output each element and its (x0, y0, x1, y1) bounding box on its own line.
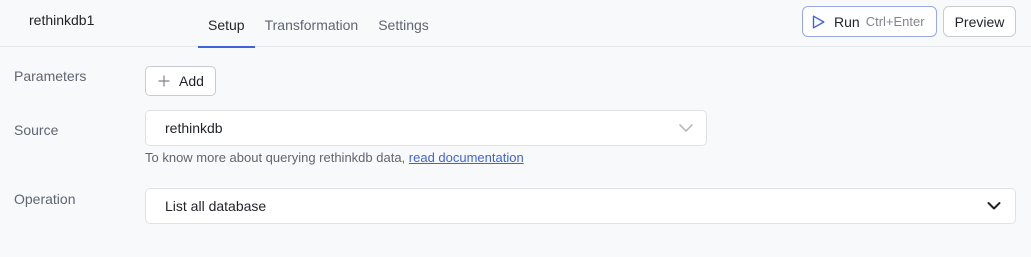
operation-label: Operation (14, 191, 76, 207)
run-shortcut-hint: Ctrl+Enter (865, 14, 925, 29)
operation-select-value: List all database (165, 198, 267, 214)
read-documentation-link[interactable]: read documentation (409, 150, 524, 165)
chevron-down-icon (679, 124, 693, 132)
query-name[interactable]: rethinkdb1 (29, 12, 94, 28)
tab-setup[interactable]: Setup (198, 0, 255, 48)
run-button[interactable]: Run Ctrl+Enter (802, 6, 937, 37)
plus-icon (158, 75, 170, 87)
source-label: Source (14, 122, 59, 138)
source-select-value: rethinkdb (165, 120, 223, 136)
source-select[interactable]: rethinkdb (145, 110, 707, 146)
chevron-down-icon (987, 202, 1001, 210)
tab-transformation[interactable]: Transformation (255, 0, 369, 47)
query-tabs: Setup Transformation Settings (198, 0, 439, 48)
parameters-label: Parameters (14, 68, 87, 84)
source-hint-text: To know more about querying rethinkdb da… (145, 150, 409, 165)
run-button-label: Run (834, 13, 860, 30)
preview-button[interactable]: Preview (943, 6, 1016, 37)
add-button-label: Add (179, 73, 204, 89)
play-icon (812, 15, 825, 28)
source-hint: To know more about querying rethinkdb da… (145, 150, 524, 165)
add-parameter-button[interactable]: Add (145, 66, 216, 96)
operation-select[interactable]: List all database (145, 188, 1016, 224)
tab-settings[interactable]: Settings (368, 0, 439, 47)
query-header: rethinkdb1 Setup Transformation Settings… (0, 0, 1031, 48)
